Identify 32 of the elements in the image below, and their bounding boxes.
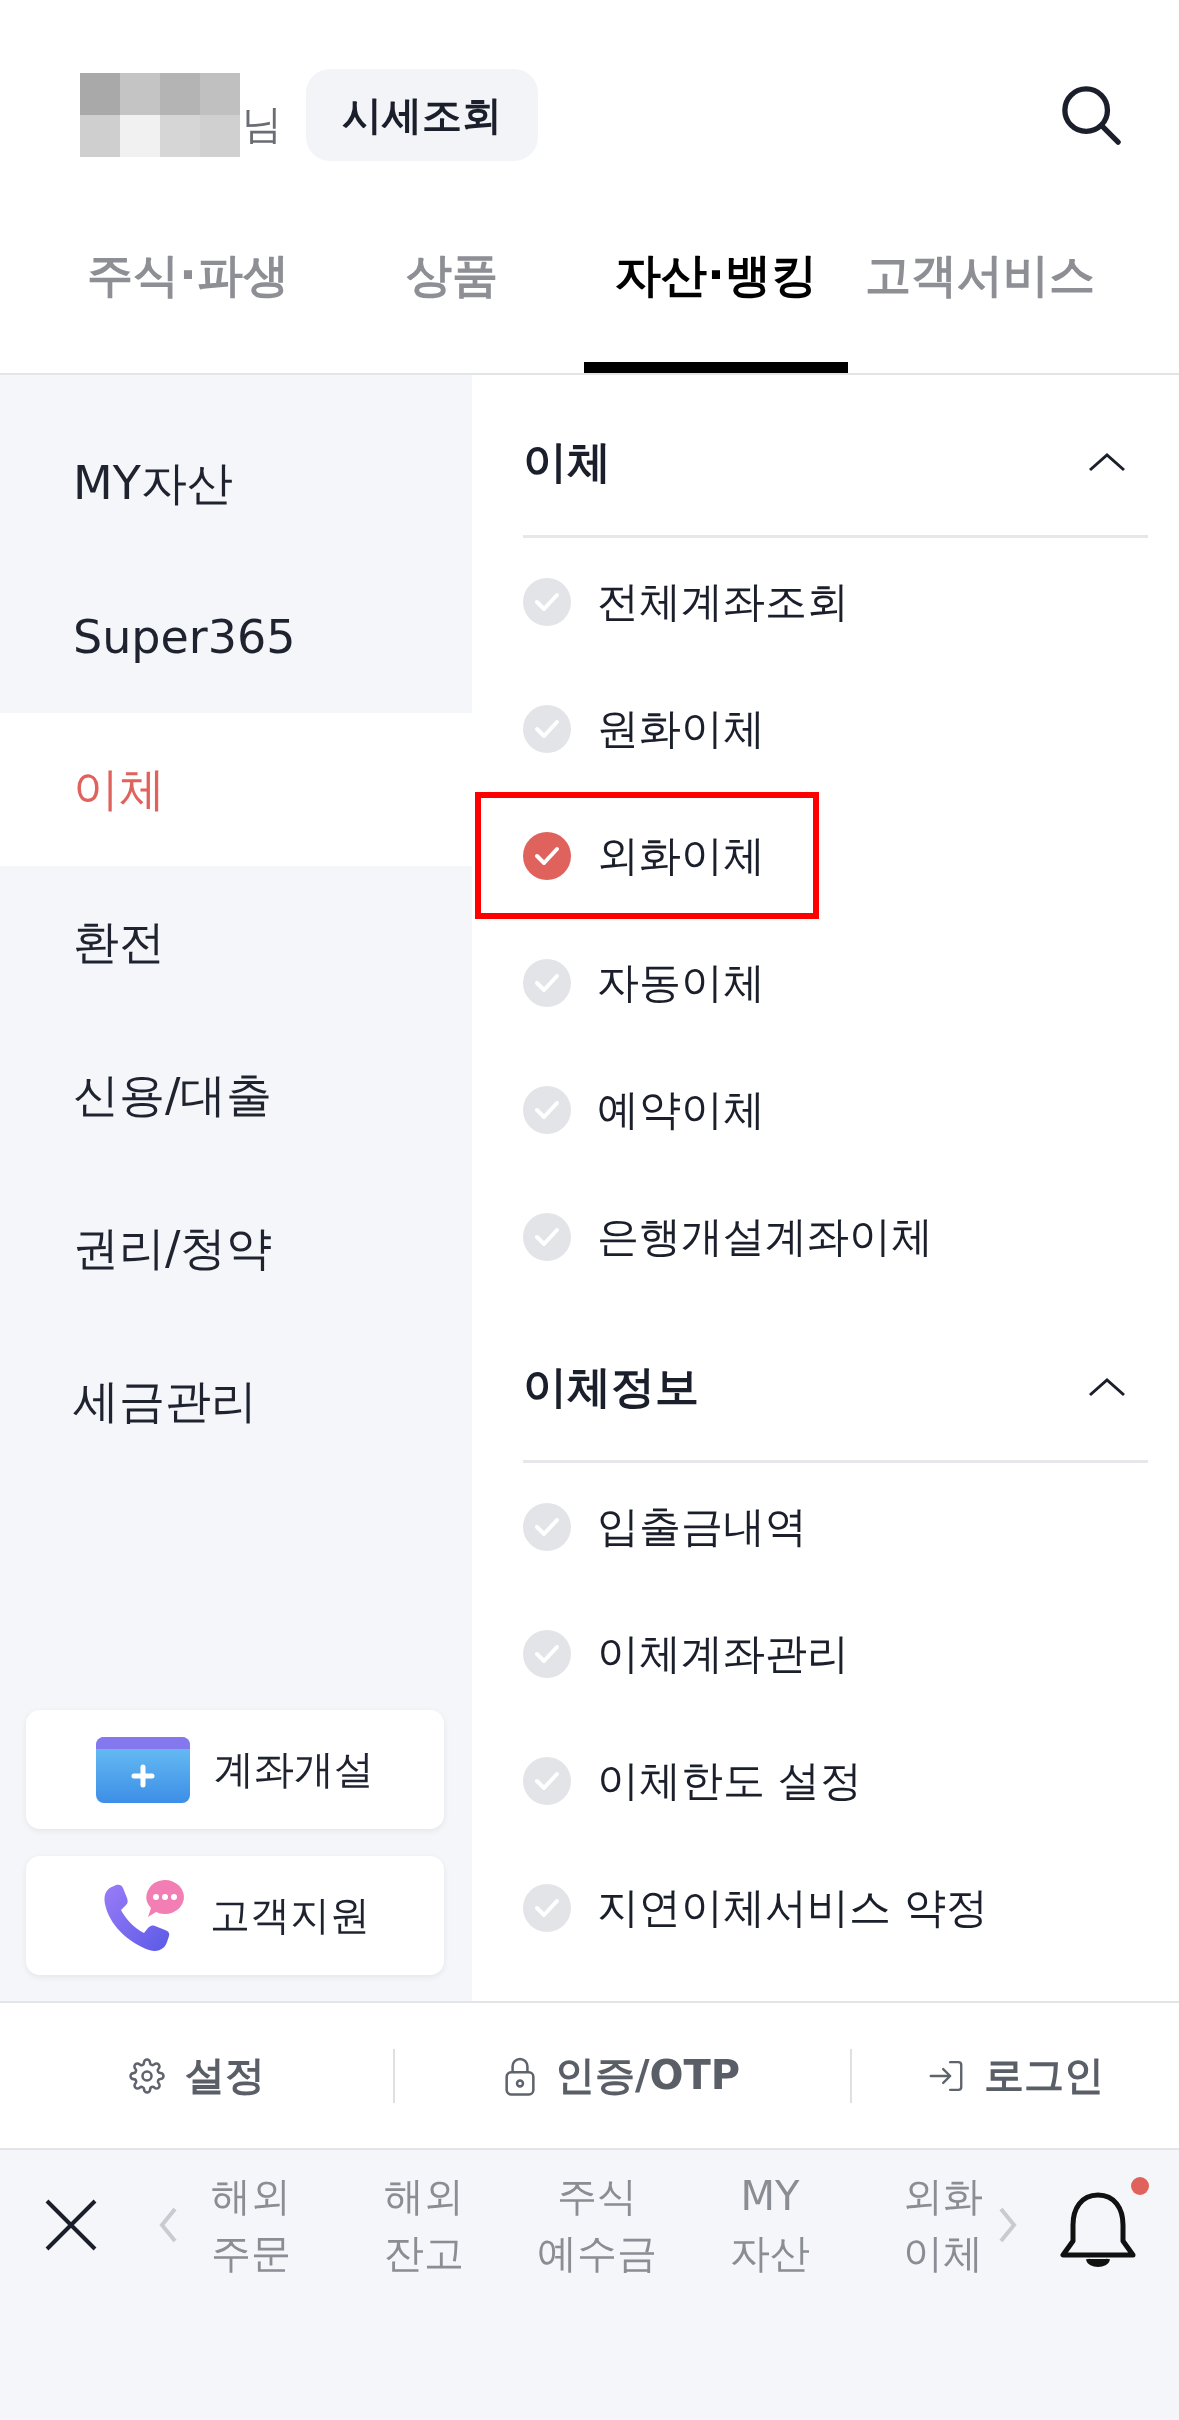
sidebar-item[interactable]: 신용/대출 — [0, 1019, 472, 1172]
support-card[interactable]: 고객지원 — [26, 1856, 444, 1975]
sidebar-item[interactable]: 세금관리 — [0, 1325, 472, 1478]
menu-item[interactable]: 지연이체서비스 약정 — [523, 1844, 1148, 1971]
section-title: 이체 — [523, 435, 611, 489]
certificate-link[interactable]: 인증/OTP — [504, 2048, 741, 2103]
menu-item[interactable]: 은행개설계좌이체 — [523, 1173, 1148, 1300]
card-plus-icon — [96, 1736, 190, 1803]
sidebar-item[interactable]: Super365 — [0, 560, 472, 713]
sidebar-item[interactable]: MY자산 — [0, 407, 472, 560]
open-account-card[interactable]: 계좌개설 — [26, 1710, 444, 1829]
menu-item[interactable]: 전체계좌조회 — [523, 538, 1148, 665]
close-icon — [44, 2198, 98, 2252]
menu-item[interactable]: 이체한도 설정 — [523, 1717, 1148, 1844]
menu-item[interactable]: 예약이체 — [523, 1046, 1148, 1173]
menu-item[interactable]: 입출금내역 — [523, 1463, 1148, 1590]
menu-item[interactable]: 이체계좌관리 — [523, 1590, 1148, 1717]
search-icon — [1061, 85, 1121, 145]
sidebar-item[interactable]: 권리/청약 — [0, 1172, 472, 1325]
menu-item[interactable]: 외화이체 — [523, 798, 765, 913]
login-icon — [927, 2058, 964, 2093]
sidebar-item[interactable]: 환전 — [0, 866, 472, 1019]
category-tab[interactable]: 자산·뱅킹 — [584, 230, 848, 373]
lock-icon — [504, 2055, 535, 2096]
menu-item[interactable]: 자동이체 — [523, 919, 1148, 1046]
settings-link[interactable]: 설정 — [128, 2048, 265, 2103]
quote-button[interactable]: 시세조회 — [306, 69, 538, 161]
menu-item[interactable]: 원화이체 — [523, 665, 1148, 792]
gear-icon — [128, 2057, 165, 2094]
login-link[interactable]: 로그인 — [927, 2048, 1104, 2103]
section-title: 이체정보 — [523, 1360, 699, 1414]
name-suffix: 님 — [242, 99, 282, 149]
